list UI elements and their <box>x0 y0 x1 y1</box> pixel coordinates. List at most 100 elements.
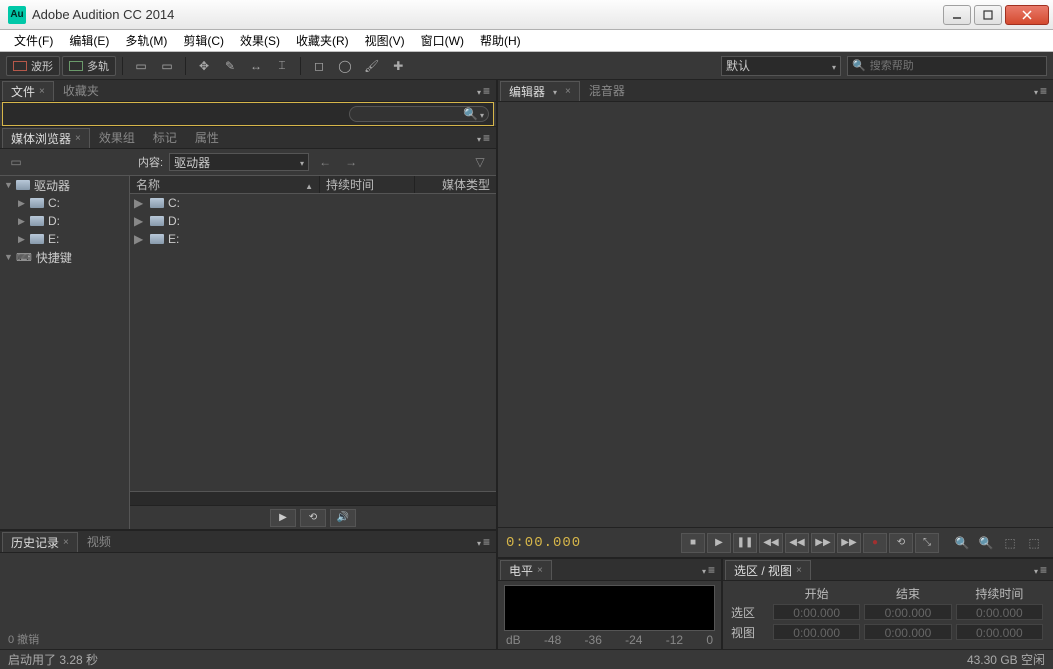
chevron-down-icon <box>1034 84 1038 98</box>
loop-preview-button[interactable]: ⟲ <box>300 509 326 527</box>
pause-button[interactable]: ❚❚ <box>733 533 757 553</box>
skip-selection-button[interactable]: ⤡ <box>915 533 939 553</box>
search-icon: 🔍 <box>852 59 866 72</box>
selection-duration-field[interactable]: 0:00.000 <box>956 604 1043 620</box>
next-button[interactable]: ▶▶ <box>837 533 861 553</box>
col-duration[interactable]: 持续时间 <box>320 176 415 193</box>
tool-brush[interactable]: 🖌 <box>359 56 384 76</box>
selection-end-field[interactable]: 0:00.000 <box>864 604 951 620</box>
close-button[interactable] <box>1005 5 1049 25</box>
panel-menu-button[interactable]: ≡ <box>1028 84 1053 98</box>
zoom-out-button[interactable]: 🔍 <box>975 533 997 553</box>
selection-start-field[interactable]: 0:00.000 <box>773 604 860 620</box>
tool-time-select[interactable]: ⌶ <box>270 56 294 76</box>
zoom-select-button[interactable]: ⬚ <box>1023 533 1045 553</box>
menu-favorites[interactable]: 收藏夹(R) <box>288 30 357 51</box>
status-right: 43.30 GB 空闲 <box>967 651 1045 668</box>
tool-spectral-pitch[interactable]: ▭ <box>155 56 179 76</box>
tool-razor[interactable]: ✎ <box>218 56 242 76</box>
panel-menu-button[interactable]: ≡ <box>696 563 721 577</box>
files-filter-input[interactable]: 🔍 <box>349 106 489 122</box>
tab-properties[interactable]: 属性 <box>186 128 228 148</box>
tab-selection-view[interactable]: 选区 / 视图× <box>725 560 811 580</box>
close-icon[interactable]: × <box>565 86 571 97</box>
panel-menu-button[interactable]: ≡ <box>471 84 496 98</box>
filter-button[interactable]: ▽ <box>470 153 490 171</box>
menu-view[interactable]: 视图(V) <box>357 30 413 51</box>
search-icon: 🔍 <box>463 107 478 121</box>
menu-file[interactable]: 文件(F) <box>6 30 61 51</box>
tree-drive-d[interactable]: ▶D: <box>0 212 129 230</box>
tool-spectral-freq[interactable]: ▭ <box>129 56 153 76</box>
menu-help[interactable]: 帮助(H) <box>472 30 529 51</box>
help-search[interactable]: 🔍 <box>847 56 1047 76</box>
tree-drives-root[interactable]: ▼驱动器 <box>0 176 129 194</box>
record-button[interactable]: ● <box>863 533 887 553</box>
fastfwd-button[interactable]: ▶▶ <box>811 533 835 553</box>
rewind-button[interactable]: ◀◀ <box>785 533 809 553</box>
tab-video[interactable]: 视频 <box>78 532 120 552</box>
view-multitrack-button[interactable]: 多轨 <box>62 56 116 76</box>
media-browser-panel: 媒体浏览器× 效果组 标记 属性 ≡ ▭ 内容: 驱动器 ← → ▽ ▼驱动器 … <box>0 127 496 531</box>
prev-button[interactable]: ◀◀ <box>759 533 783 553</box>
stop-button[interactable]: ■ <box>681 533 705 553</box>
window-titlebar: Au Adobe Audition CC 2014 <box>0 0 1053 30</box>
view-duration-field[interactable]: 0:00.000 <box>956 624 1043 640</box>
tool-lasso[interactable]: ◯ <box>333 56 357 76</box>
back-button[interactable]: ← <box>315 153 335 171</box>
zoom-fit-button[interactable]: ⬚ <box>999 533 1021 553</box>
tab-files[interactable]: 文件× <box>2 81 54 101</box>
tab-favorites[interactable]: 收藏夹 <box>54 81 108 101</box>
close-icon[interactable]: × <box>63 537 69 548</box>
zoom-in-button[interactable]: 🔍 <box>951 533 973 553</box>
close-icon[interactable]: × <box>39 86 45 97</box>
chevron-down-icon <box>832 59 836 73</box>
tool-heal[interactable]: ✚ <box>386 56 410 76</box>
menu-edit[interactable]: 编辑(E) <box>61 30 117 51</box>
loop-button[interactable]: ⟲ <box>889 533 913 553</box>
close-icon[interactable]: × <box>796 565 802 576</box>
autoplay-button[interactable]: 🔊 <box>330 509 356 527</box>
play-button[interactable]: ▶ <box>707 533 731 553</box>
list-item[interactable]: ▶D: <box>130 212 496 230</box>
tab-history[interactable]: 历史记录× <box>2 532 78 552</box>
minimize-button[interactable] <box>943 5 971 25</box>
panel-menu-button[interactable]: ≡ <box>471 131 496 145</box>
tab-effects-rack[interactable]: 效果组 <box>90 128 144 148</box>
close-icon[interactable]: × <box>75 133 81 144</box>
col-mediatype[interactable]: 媒体类型 <box>415 176 496 193</box>
tab-markers[interactable]: 标记 <box>144 128 186 148</box>
view-start-field[interactable]: 0:00.000 <box>773 624 860 640</box>
menu-effects[interactable]: 效果(S) <box>232 30 288 51</box>
maximize-button[interactable] <box>974 5 1002 25</box>
tool-slip[interactable]: ↔ <box>244 56 268 76</box>
tree-drive-e[interactable]: ▶E: <box>0 230 129 248</box>
multitrack-icon <box>69 61 83 71</box>
play-preview-button[interactable]: ▶ <box>270 509 296 527</box>
forward-button[interactable]: → <box>341 153 361 171</box>
tree-shortcuts[interactable]: ▼快捷键 <box>0 248 129 266</box>
tab-levels[interactable]: 电平× <box>500 560 552 580</box>
list-item[interactable]: ▶C: <box>130 194 496 212</box>
menu-window[interactable]: 窗口(W) <box>413 30 472 51</box>
panel-menu-button[interactable]: ≡ <box>1028 563 1053 577</box>
shortcuts-icon[interactable]: ▭ <box>6 153 26 171</box>
tab-editor[interactable]: 编辑器× <box>500 81 580 101</box>
close-icon[interactable]: × <box>537 565 543 576</box>
tree-drive-c[interactable]: ▶C: <box>0 194 129 212</box>
tool-marquee[interactable]: ◻ <box>307 56 331 76</box>
content-select[interactable]: 驱动器 <box>169 153 309 171</box>
tab-media-browser[interactable]: 媒体浏览器× <box>2 128 90 148</box>
tab-mixer[interactable]: 混音器 <box>580 81 634 101</box>
workspace-select[interactable]: 默认 <box>721 56 841 76</box>
menu-multitrack[interactable]: 多轨(M) <box>117 30 175 51</box>
view-end-field[interactable]: 0:00.000 <box>864 624 951 640</box>
menu-clip[interactable]: 剪辑(C) <box>175 30 232 51</box>
list-item[interactable]: ▶E: <box>130 230 496 248</box>
view-waveform-button[interactable]: 波形 <box>6 56 60 76</box>
horizontal-scrollbar[interactable] <box>130 491 496 505</box>
panel-menu-button[interactable]: ≡ <box>471 535 496 549</box>
tool-move[interactable]: ✥ <box>192 56 216 76</box>
col-name[interactable]: 名称 <box>130 176 320 193</box>
help-search-input[interactable] <box>870 60 1042 72</box>
